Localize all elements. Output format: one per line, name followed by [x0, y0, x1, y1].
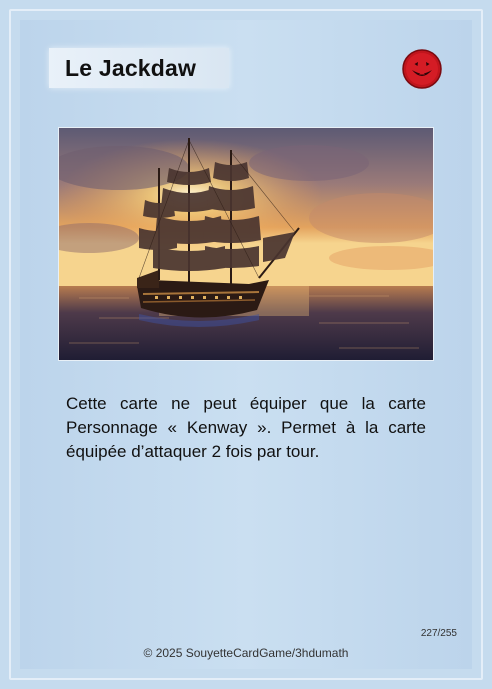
card-title: Le Jackdaw: [65, 55, 197, 81]
card: Le Jackdaw Cette carte ne peut équiper q…: [0, 0, 492, 689]
card-number: 227/255: [420, 628, 457, 639]
card-description: Cette carte ne peut équiper que la carte…: [66, 394, 426, 461]
ship-at-sunset-image: [59, 128, 433, 360]
card-illustration: [58, 127, 434, 361]
copyright-text: © 2025 SouyetteCardGame/3hdumath: [143, 646, 349, 660]
emblem-icon: [402, 49, 442, 89]
